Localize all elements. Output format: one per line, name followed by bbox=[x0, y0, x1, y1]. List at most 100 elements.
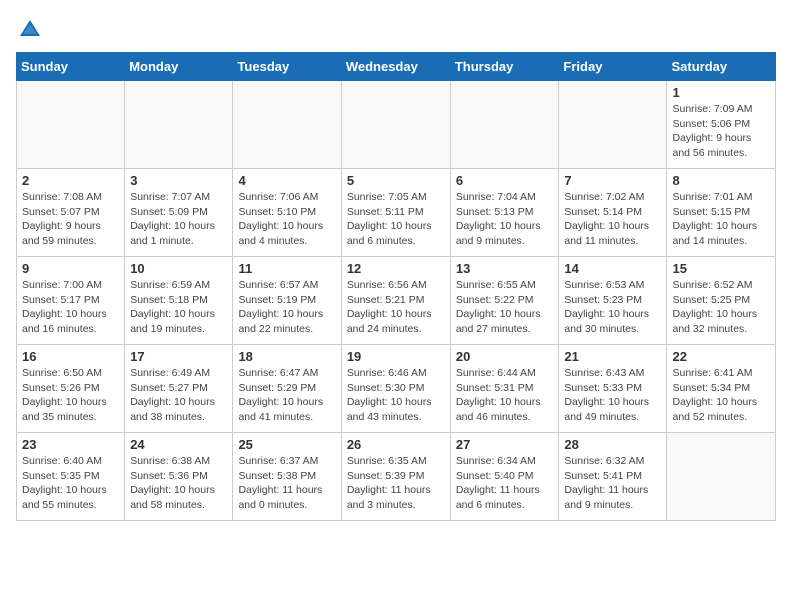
day-number: 20 bbox=[456, 349, 554, 364]
day-info: Sunrise: 6:55 AM Sunset: 5:22 PM Dayligh… bbox=[456, 278, 554, 337]
day-number: 2 bbox=[22, 173, 119, 188]
calendar-cell bbox=[17, 81, 125, 169]
weekday-header-friday: Friday bbox=[559, 53, 667, 81]
calendar-cell: 22 Sunrise: 6:41 AM Sunset: 5:34 PM Dayli… bbox=[667, 345, 776, 433]
week-row-3: 9Sunrise: 7:00 AM Sunset: 5:17 PM Daylig… bbox=[17, 257, 776, 345]
calendar-cell: 13 Sunrise: 6:55 AM Sunset: 5:22 PM Dayli… bbox=[450, 257, 559, 345]
day-info: Sunrise: 6:37 AM Sunset: 5:38 PM Dayligh… bbox=[238, 454, 335, 513]
day-number: 7 bbox=[564, 173, 661, 188]
weekday-header-sunday: Sunday bbox=[17, 53, 125, 81]
day-info: Sunrise: 7:08 AM Sunset: 5:07 PM Dayligh… bbox=[22, 190, 119, 249]
calendar-cell: 26 Sunrise: 6:35 AM Sunset: 5:39 PM Dayli… bbox=[341, 433, 450, 521]
calendar-cell: 27 Sunrise: 6:34 AM Sunset: 5:40 PM Dayli… bbox=[450, 433, 559, 521]
day-number: 12 bbox=[347, 261, 445, 276]
calendar-cell bbox=[341, 81, 450, 169]
weekday-header-row: SundayMondayTuesdayWednesdayThursdayFrid… bbox=[17, 53, 776, 81]
day-number: 5 bbox=[347, 173, 445, 188]
day-info: Sunrise: 6:32 AM Sunset: 5:41 PM Dayligh… bbox=[564, 454, 661, 513]
calendar-cell: 8 Sunrise: 7:01 AM Sunset: 5:15 PM Daylig… bbox=[667, 169, 776, 257]
day-info: Sunrise: 6:40 AM Sunset: 5:35 PM Dayligh… bbox=[22, 454, 119, 513]
calendar-cell bbox=[559, 81, 667, 169]
day-info: Sunrise: 6:59 AM Sunset: 5:18 PM Dayligh… bbox=[130, 278, 227, 337]
calendar-cell: 24 Sunrise: 6:38 AM Sunset: 5:36 PM Dayli… bbox=[125, 433, 233, 521]
day-number: 21 bbox=[564, 349, 661, 364]
day-number: 25 bbox=[238, 437, 335, 452]
day-info: Sunrise: 6:41 AM Sunset: 5:34 PM Dayligh… bbox=[672, 366, 770, 425]
calendar-cell: 2 Sunrise: 7:08 AM Sunset: 5:07 PM Daylig… bbox=[17, 169, 125, 257]
calendar-cell: 7 Sunrise: 7:02 AM Sunset: 5:14 PM Daylig… bbox=[559, 169, 667, 257]
week-row-4: 16Sunrise: 6:50 AM Sunset: 5:26 PM Dayli… bbox=[17, 345, 776, 433]
calendar-cell: 5Sunrise: 7:05 AM Sunset: 5:11 PM Daylig… bbox=[341, 169, 450, 257]
day-info: Sunrise: 6:34 AM Sunset: 5:40 PM Dayligh… bbox=[456, 454, 554, 513]
day-number: 27 bbox=[456, 437, 554, 452]
calendar-cell: 11 Sunrise: 6:57 AM Sunset: 5:19 PM Dayli… bbox=[233, 257, 341, 345]
day-info: Sunrise: 6:46 AM Sunset: 5:30 PM Dayligh… bbox=[347, 366, 445, 425]
day-info: Sunrise: 6:38 AM Sunset: 5:36 PM Dayligh… bbox=[130, 454, 227, 513]
day-info: Sunrise: 6:43 AM Sunset: 5:33 PM Dayligh… bbox=[564, 366, 661, 425]
calendar-table: SundayMondayTuesdayWednesdayThursdayFrid… bbox=[16, 52, 776, 521]
day-number: 13 bbox=[456, 261, 554, 276]
week-row-1: 1 Sunrise: 7:09 AM Sunset: 5:06 PM Daylig… bbox=[17, 81, 776, 169]
calendar-cell bbox=[125, 81, 233, 169]
calendar-cell: 21 Sunrise: 6:43 AM Sunset: 5:33 PM Dayli… bbox=[559, 345, 667, 433]
day-info: Sunrise: 6:44 AM Sunset: 5:31 PM Dayligh… bbox=[456, 366, 554, 425]
calendar-cell: 9Sunrise: 7:00 AM Sunset: 5:17 PM Daylig… bbox=[17, 257, 125, 345]
calendar-cell: 3 Sunrise: 7:07 AM Sunset: 5:09 PM Daylig… bbox=[125, 169, 233, 257]
day-number: 15 bbox=[672, 261, 770, 276]
day-number: 22 bbox=[672, 349, 770, 364]
calendar-cell bbox=[667, 433, 776, 521]
calendar-cell: 18 Sunrise: 6:47 AM Sunset: 5:29 PM Dayli… bbox=[233, 345, 341, 433]
day-info: Sunrise: 6:56 AM Sunset: 5:21 PM Dayligh… bbox=[347, 278, 445, 337]
day-info: Sunrise: 6:57 AM Sunset: 5:19 PM Dayligh… bbox=[238, 278, 335, 337]
day-info: Sunrise: 6:52 AM Sunset: 5:25 PM Dayligh… bbox=[672, 278, 770, 337]
calendar-cell: 12 Sunrise: 6:56 AM Sunset: 5:21 PM Dayli… bbox=[341, 257, 450, 345]
day-number: 8 bbox=[672, 173, 770, 188]
day-number: 26 bbox=[347, 437, 445, 452]
logo bbox=[16, 16, 48, 44]
day-number: 4 bbox=[238, 173, 335, 188]
day-number: 10 bbox=[130, 261, 227, 276]
day-info: Sunrise: 6:49 AM Sunset: 5:27 PM Dayligh… bbox=[130, 366, 227, 425]
day-number: 24 bbox=[130, 437, 227, 452]
calendar-cell: 17 Sunrise: 6:49 AM Sunset: 5:27 PM Dayli… bbox=[125, 345, 233, 433]
day-number: 1 bbox=[672, 85, 770, 100]
day-number: 18 bbox=[238, 349, 335, 364]
weekday-header-saturday: Saturday bbox=[667, 53, 776, 81]
day-info: Sunrise: 6:53 AM Sunset: 5:23 PM Dayligh… bbox=[564, 278, 661, 337]
logo-icon bbox=[16, 16, 44, 44]
day-info: Sunrise: 6:35 AM Sunset: 5:39 PM Dayligh… bbox=[347, 454, 445, 513]
day-number: 28 bbox=[564, 437, 661, 452]
calendar-cell: 23Sunrise: 6:40 AM Sunset: 5:35 PM Dayli… bbox=[17, 433, 125, 521]
day-info: Sunrise: 7:00 AM Sunset: 5:17 PM Dayligh… bbox=[22, 278, 119, 337]
calendar-cell bbox=[450, 81, 559, 169]
day-number: 17 bbox=[130, 349, 227, 364]
calendar-cell: 19 Sunrise: 6:46 AM Sunset: 5:30 PM Dayli… bbox=[341, 345, 450, 433]
weekday-header-wednesday: Wednesday bbox=[341, 53, 450, 81]
day-info: Sunrise: 7:07 AM Sunset: 5:09 PM Dayligh… bbox=[130, 190, 227, 249]
page-header bbox=[16, 16, 776, 44]
weekday-header-monday: Monday bbox=[125, 53, 233, 81]
day-number: 14 bbox=[564, 261, 661, 276]
calendar-cell: 20 Sunrise: 6:44 AM Sunset: 5:31 PM Dayli… bbox=[450, 345, 559, 433]
calendar-cell: 1 Sunrise: 7:09 AM Sunset: 5:06 PM Daylig… bbox=[667, 81, 776, 169]
calendar-cell: 14 Sunrise: 6:53 AM Sunset: 5:23 PM Dayli… bbox=[559, 257, 667, 345]
day-number: 11 bbox=[238, 261, 335, 276]
weekday-header-tuesday: Tuesday bbox=[233, 53, 341, 81]
day-info: Sunrise: 6:47 AM Sunset: 5:29 PM Dayligh… bbox=[238, 366, 335, 425]
day-number: 3 bbox=[130, 173, 227, 188]
day-info: Sunrise: 7:01 AM Sunset: 5:15 PM Dayligh… bbox=[672, 190, 770, 249]
day-number: 19 bbox=[347, 349, 445, 364]
week-row-5: 23Sunrise: 6:40 AM Sunset: 5:35 PM Dayli… bbox=[17, 433, 776, 521]
day-info: Sunrise: 7:09 AM Sunset: 5:06 PM Dayligh… bbox=[672, 102, 770, 161]
calendar-cell: 16Sunrise: 6:50 AM Sunset: 5:26 PM Dayli… bbox=[17, 345, 125, 433]
day-info: Sunrise: 7:06 AM Sunset: 5:10 PM Dayligh… bbox=[238, 190, 335, 249]
calendar-cell: 25 Sunrise: 6:37 AM Sunset: 5:38 PM Dayli… bbox=[233, 433, 341, 521]
week-row-2: 2 Sunrise: 7:08 AM Sunset: 5:07 PM Daylig… bbox=[17, 169, 776, 257]
calendar-cell: 6 Sunrise: 7:04 AM Sunset: 5:13 PM Daylig… bbox=[450, 169, 559, 257]
calendar-cell bbox=[233, 81, 341, 169]
day-info: Sunrise: 7:04 AM Sunset: 5:13 PM Dayligh… bbox=[456, 190, 554, 249]
day-info: Sunrise: 7:02 AM Sunset: 5:14 PM Dayligh… bbox=[564, 190, 661, 249]
day-number: 6 bbox=[456, 173, 554, 188]
day-number: 16 bbox=[22, 349, 119, 364]
calendar-cell: 15 Sunrise: 6:52 AM Sunset: 5:25 PM Dayli… bbox=[667, 257, 776, 345]
